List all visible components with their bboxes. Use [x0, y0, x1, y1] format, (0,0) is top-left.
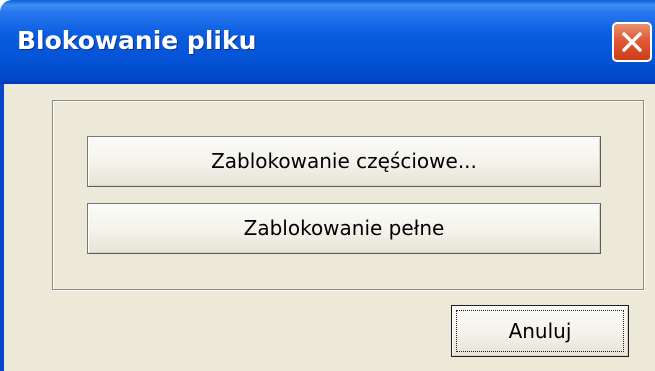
partial-lock-button[interactable]: Zablokowanie częściowe... — [87, 136, 601, 187]
lock-options-group — [52, 100, 644, 290]
close-icon — [622, 32, 642, 52]
file-lock-dialog: Blokowanie pliku Zablokowanie częściowe.… — [0, 0, 655, 371]
dialog-title: Blokowanie pliku — [17, 26, 257, 55]
cancel-label-prefix: Anulu — [508, 319, 566, 343]
title-bar[interactable]: Blokowanie pliku — [0, 0, 655, 84]
close-button[interactable] — [612, 22, 652, 62]
full-lock-button-label: Zablokowanie pełne — [243, 216, 445, 240]
dialog-body: Zablokowanie częściowe... Zablokowanie p… — [0, 84, 655, 371]
partial-lock-button-label: Zablokowanie częściowe... — [211, 149, 477, 173]
cancel-label-mnemonic: j — [565, 319, 572, 343]
cancel-button[interactable]: Anuluj — [451, 305, 629, 357]
cancel-button-label: Anuluj — [509, 306, 572, 356]
full-lock-button[interactable]: Zablokowanie pełne — [87, 203, 601, 254]
